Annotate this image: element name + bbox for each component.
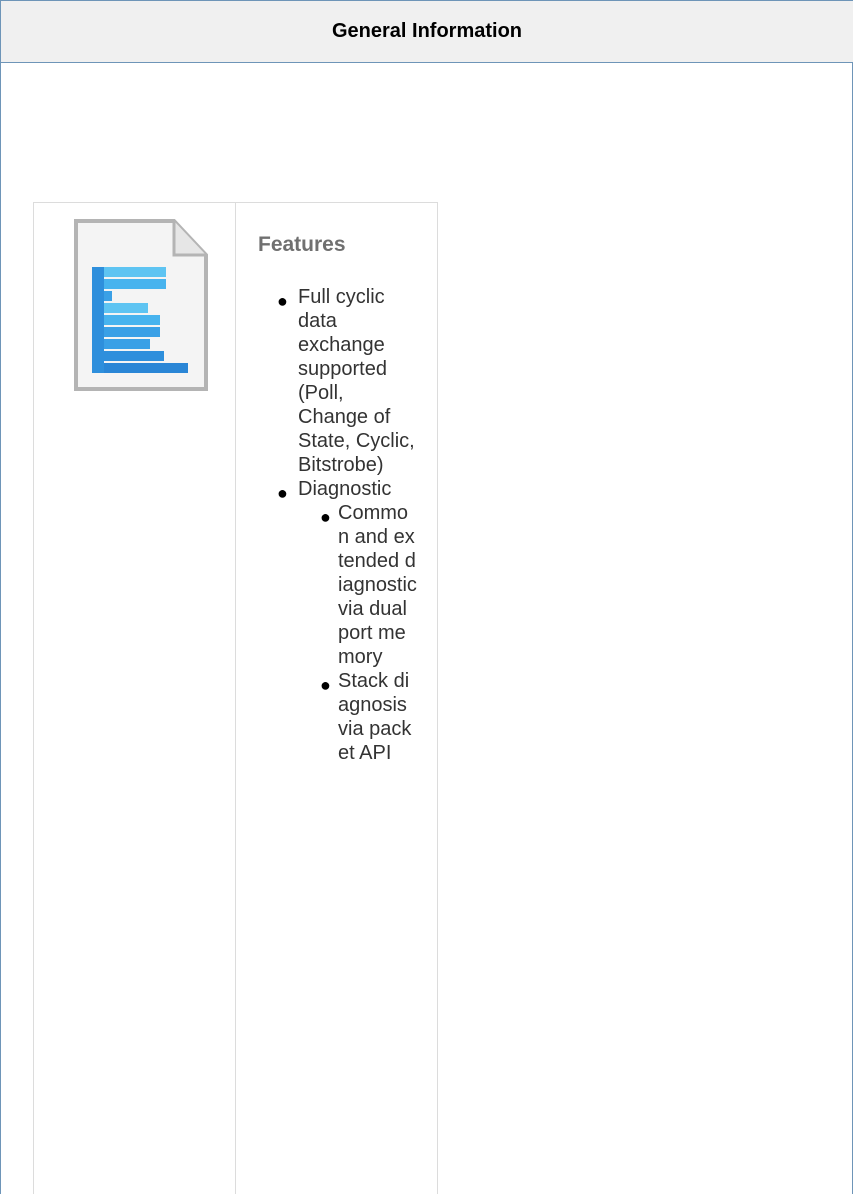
section-title: General Information (331, 20, 523, 42)
feature-text: Full cyclic data exchange supported (Pol… (298, 286, 415, 476)
list-item: ● Diagnostic ● Common and extended diagn… (258, 477, 418, 765)
sub-feature-text: Stack diagnosis via packet API (338, 670, 412, 764)
features-heading: Features (258, 233, 346, 256)
feature-text: Diagnostic (298, 478, 392, 500)
bullet-icon: ● (320, 507, 331, 527)
page-frame: General Information Features ● Full cycl… (0, 0, 853, 1194)
bullet-icon: ● (277, 483, 288, 503)
section-header: General Information (1, 0, 853, 63)
sub-feature-text: Common and extended diagnostic via dual … (338, 502, 417, 668)
sub-list: ● Common and extended diagnostic via dua… (320, 501, 418, 765)
bullet-icon: ● (320, 675, 331, 695)
bullet-icon: ● (277, 291, 288, 311)
info-table: Features ● Full cyclic data exchange sup… (33, 202, 438, 1194)
sub-list-item: ● Common and extended diagnostic via dua… (298, 501, 418, 669)
list-item: ● Full cyclic data exchange supported (P… (258, 285, 418, 477)
cell-divider (235, 203, 236, 1194)
features-cell: Features ● Full cyclic data exchange sup… (258, 233, 428, 765)
features-list: ● Full cyclic data exchange supported (P… (258, 285, 428, 765)
sub-list-item: ● Stack diagnosis via packet API (298, 669, 418, 765)
document-icon (70, 215, 212, 395)
